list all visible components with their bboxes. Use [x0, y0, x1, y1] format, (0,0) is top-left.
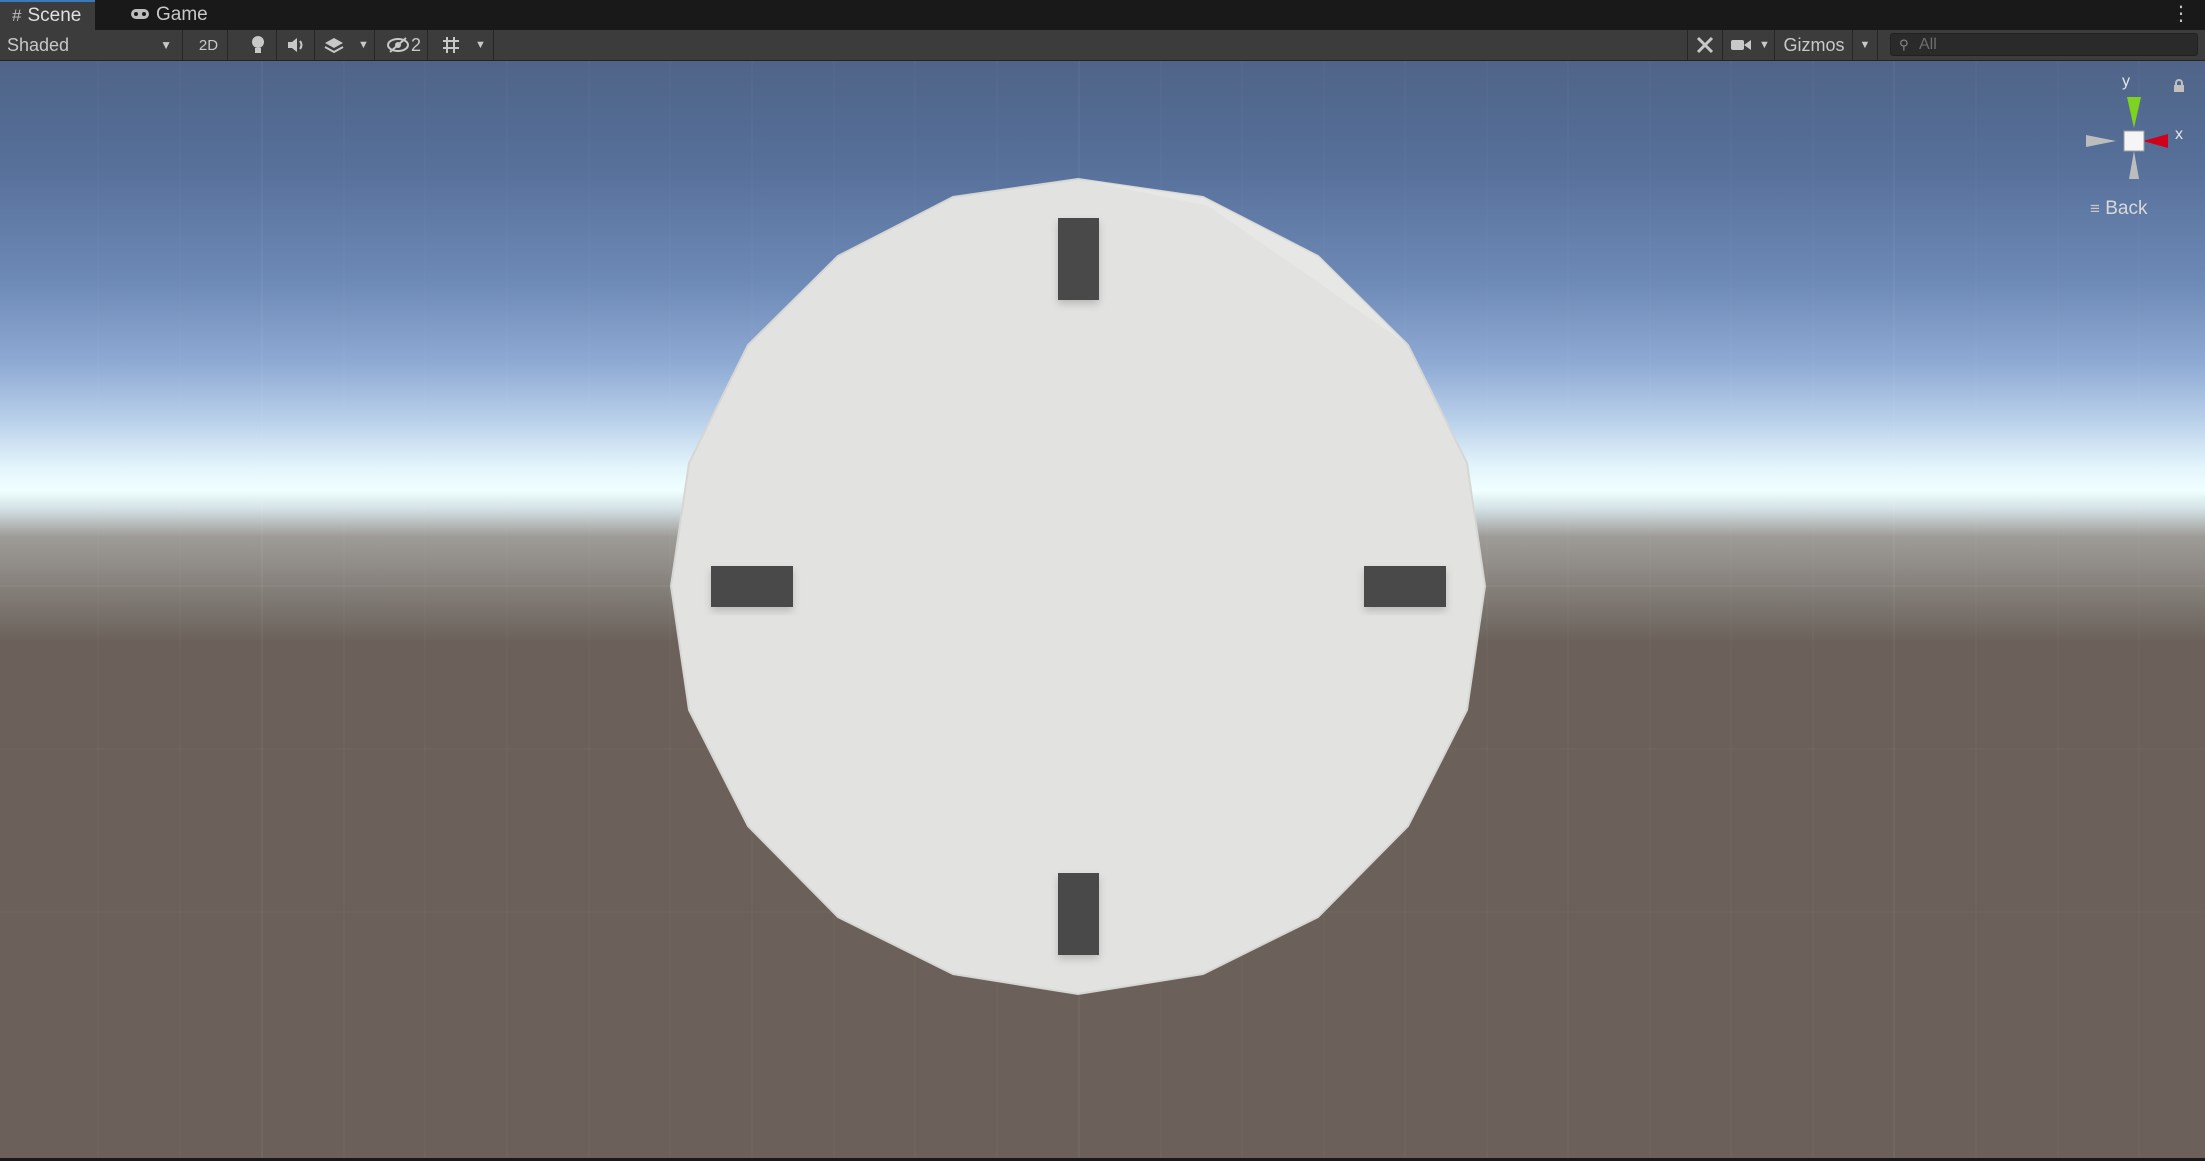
chevron-down-icon: ▼	[160, 38, 172, 52]
tick-mark-3	[1364, 566, 1446, 607]
chevron-down-icon: ▼	[1759, 39, 1770, 51]
hidden-count: 2	[410, 34, 421, 55]
menu-lines-icon: ≡	[2090, 199, 2100, 218]
hidden-eye-icon	[386, 37, 409, 53]
audio-toggle[interactable]	[277, 30, 315, 60]
scene-viewport[interactable]: y x ≡ Back	[0, 61, 2205, 1161]
layers-effects-icon	[324, 38, 344, 54]
lightbulb-icon	[252, 36, 264, 53]
tab-scene-label: Scene	[27, 5, 82, 26]
more-options-icon[interactable]: ⋮	[2171, 0, 2191, 28]
chevron-down-icon: ▼	[475, 39, 486, 51]
search-icon: ⚲	[1899, 37, 1909, 52]
gizmo-y-axis-cone	[2127, 97, 2141, 128]
gizmo-x-axis-cone	[2143, 134, 2168, 148]
effects-dropdown[interactable]: ▼	[353, 30, 375, 60]
tick-mark-6	[1058, 873, 1099, 955]
effects-toggle[interactable]	[315, 30, 353, 60]
view-projection-toggle[interactable]: ≡ Back	[2090, 198, 2147, 220]
clock-face-object[interactable]	[0, 61, 2205, 1161]
lighting-toggle[interactable]	[240, 30, 277, 60]
tab-game-label: Game	[156, 4, 208, 25]
speaker-icon	[287, 38, 302, 52]
view-projection-label: Back	[2105, 198, 2148, 219]
chevron-down-icon: ▼	[358, 39, 369, 51]
tools-toggle[interactable]	[1687, 30, 1723, 60]
gamepad-icon	[130, 0, 150, 30]
hierarchy-search-field[interactable]: ⚲ All	[1890, 33, 2198, 56]
grid-snap-icon	[443, 37, 459, 53]
gizmos-dropdown[interactable]: ▼	[1852, 30, 1878, 60]
search-placeholder: All	[1919, 36, 1937, 53]
toggle-2d-button[interactable]: 2D	[190, 30, 228, 60]
camera-settings-button[interactable]	[1727, 30, 1755, 60]
tick-mark-9	[711, 566, 793, 607]
tab-bar: # Scene Game ⋮	[0, 0, 2205, 31]
grid-snap-toggle[interactable]	[434, 30, 468, 60]
scene-toolbar: Shaded ▼ 2D ▼ 2 ▼ ▼ Gizmos ▼ ⚲ All	[0, 30, 2205, 61]
tools-icon	[1696, 36, 1714, 54]
grid-hash-icon: #	[12, 6, 22, 25]
gizmo-x-label: x	[2175, 126, 2183, 143]
tab-scene[interactable]: # Scene	[0, 0, 96, 30]
scene-visibility-toggle[interactable]: 2	[381, 30, 428, 60]
lock-icon[interactable]	[2173, 79, 2185, 96]
draw-mode-label: Shaded	[7, 34, 70, 55]
tick-mark-12	[1058, 218, 1099, 300]
gizmo-neg-y-cone	[2129, 151, 2139, 179]
chevron-down-icon: ▼	[1859, 39, 1871, 51]
tab-game[interactable]: Game	[118, 0, 222, 30]
gizmo-center-cube[interactable]	[2123, 130, 2145, 152]
gizmos-label: Gizmos	[1783, 34, 1845, 55]
grid-dropdown[interactable]: ▼	[468, 30, 494, 60]
draw-mode-dropdown[interactable]: Shaded ▼	[0, 30, 183, 60]
camera-icon	[1731, 40, 1751, 50]
camera-dropdown[interactable]: ▼	[1755, 30, 1775, 60]
gizmos-toggle[interactable]: Gizmos	[1778, 30, 1850, 60]
gizmo-neg-x-cone	[2086, 135, 2116, 147]
toggle-2d-label: 2D	[198, 36, 219, 54]
gizmo-y-label: y	[2122, 73, 2130, 90]
